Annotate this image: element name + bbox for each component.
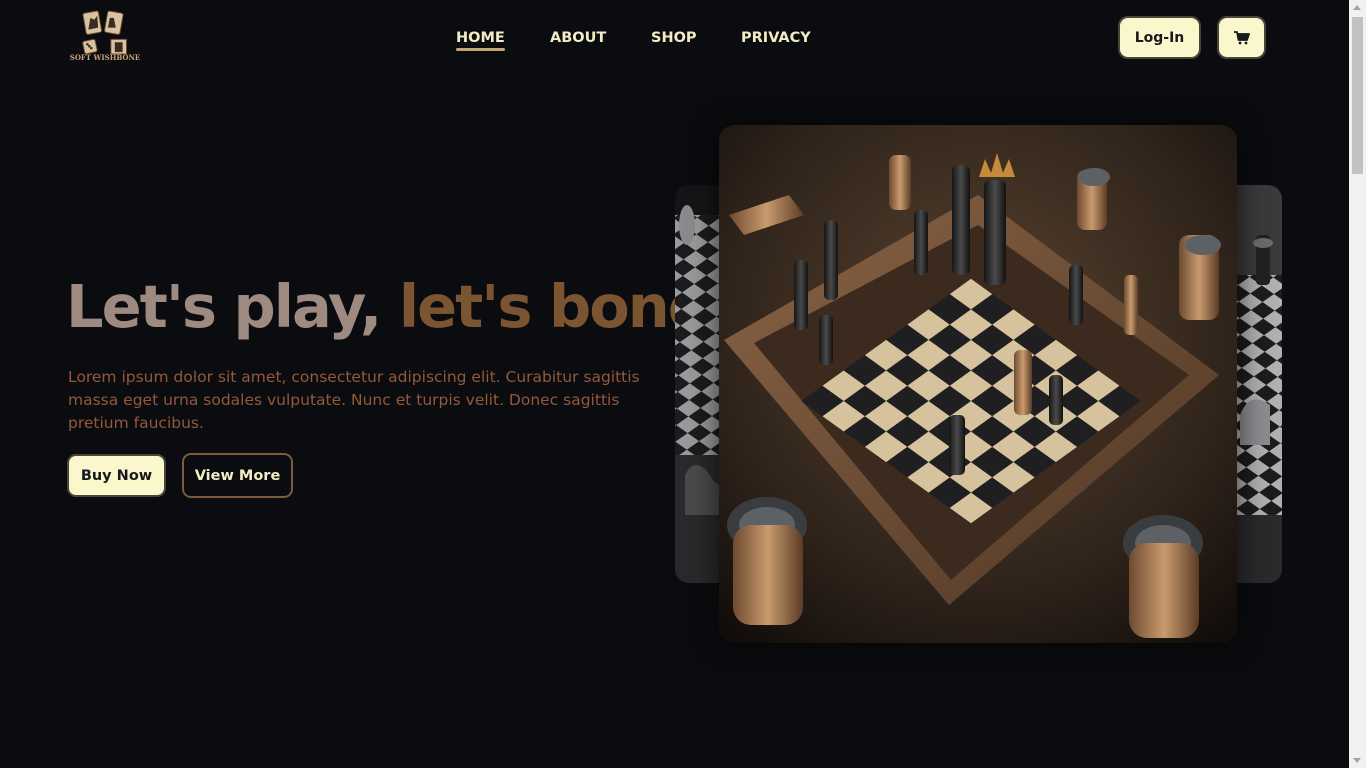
scroll-up-arrow-icon[interactable] <box>1353 5 1361 10</box>
nav-about[interactable]: ABOUT <box>550 28 606 48</box>
logo-text: SOFT WISHBONE <box>69 53 141 62</box>
login-button[interactable]: Log-In <box>1118 16 1201 59</box>
brand-logo[interactable]: SOFT WISHBONE <box>69 10 141 62</box>
carousel-image-main[interactable] <box>719 125 1237 643</box>
hero-headline: Let's play, let's bond. <box>66 272 730 342</box>
scrollbar-thumb[interactable] <box>1352 17 1363 174</box>
nav-shop[interactable]: SHOP <box>651 28 697 48</box>
wooden-chess-board-image <box>719 125 1237 643</box>
nav-home[interactable]: HOME <box>456 28 505 51</box>
cart-button[interactable] <box>1217 16 1266 59</box>
view-more-button[interactable]: View More <box>182 453 293 498</box>
logo-emblem-icon <box>82 10 128 55</box>
shopping-cart-icon <box>1233 30 1250 44</box>
hero-description: Lorem ipsum dolor sit amet, consectetur … <box>68 368 640 432</box>
nav-privacy[interactable]: PRIVACY <box>741 28 811 48</box>
scroll-down-arrow-icon[interactable] <box>1353 758 1361 763</box>
buy-now-button[interactable]: Buy Now <box>67 454 166 497</box>
page-scrollbar[interactable] <box>1349 0 1366 768</box>
headline-part-1: Let's play, <box>66 272 382 341</box>
